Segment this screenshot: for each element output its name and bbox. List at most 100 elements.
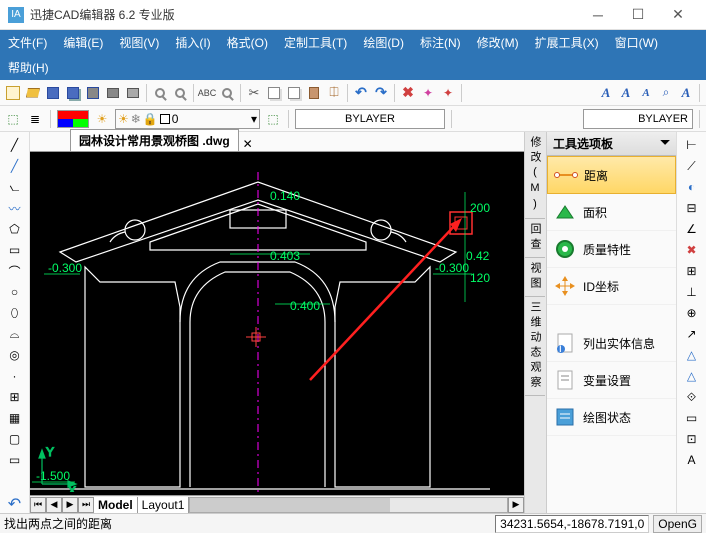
revcloud-tool-icon[interactable]: ↶ [6, 495, 24, 513]
print-icon[interactable] [104, 84, 122, 102]
dim-edit-icon[interactable]: △ [683, 367, 701, 385]
find-icon[interactable] [151, 84, 169, 102]
rtab-modify[interactable]: 修改(M) [525, 132, 545, 219]
text-a2-icon[interactable]: A [617, 84, 635, 102]
palette-item-setvar[interactable]: 变量设置 [547, 362, 676, 399]
sun-icon[interactable]: ☀ [93, 110, 111, 128]
menu-help[interactable]: 帮助(H) [0, 55, 57, 80]
dim-radius-icon[interactable]: ◐ [683, 178, 701, 196]
redo-icon[interactable]: ↷ [372, 84, 390, 102]
polyline-tool-icon[interactable]: ⦦ [6, 178, 24, 196]
tolerance-icon[interactable]: △ [683, 346, 701, 364]
menu-modify[interactable]: 修改(M) [469, 30, 527, 55]
xline-tool-icon[interactable]: ╱ [6, 157, 24, 175]
menu-file[interactable]: 文件(F) [0, 30, 55, 55]
circle-tool-icon[interactable]: ○ [6, 283, 24, 301]
save-icon[interactable] [44, 84, 62, 102]
new-file-icon[interactable] [4, 84, 22, 102]
layer-selector[interactable]: ☀❄🔒 0 ▾ [115, 109, 260, 129]
menu-dimension[interactable]: 标注(N) [412, 30, 469, 55]
text-a4-icon[interactable]: A [677, 84, 695, 102]
ellipse-tool-icon[interactable]: ⬯ [6, 304, 24, 322]
text-tool-icon[interactable]: ⌕ [657, 84, 675, 102]
rtab-view[interactable]: 视图 [525, 258, 545, 297]
menu-insert[interactable]: 插入(I) [167, 30, 218, 55]
menu-edit[interactable]: 编辑(E) [55, 30, 111, 55]
layer-prev-icon[interactable]: ⬚ [264, 110, 282, 128]
line-tool-icon[interactable]: ╱ [6, 136, 24, 154]
palette-item-id[interactable]: ID坐标 [547, 268, 676, 305]
polygon-tool-icon[interactable]: ⬠ [6, 220, 24, 238]
undo-icon[interactable]: ↶ [352, 84, 370, 102]
dim-x-icon[interactable]: ✖ [683, 241, 701, 259]
drawing-canvas[interactable]: 0.140 0.403 0.400 -0.300 -0.300 0.420 20… [30, 152, 524, 495]
menu-window[interactable]: 窗口(W) [607, 30, 666, 55]
dim-override-icon[interactable]: A [683, 451, 701, 469]
palette-item-list[interactable]: i 列出实体信息 [547, 325, 676, 362]
palette-item-area[interactable]: 面积 [547, 194, 676, 231]
boundary-tool-icon[interactable]: ▭ [6, 451, 24, 469]
palette-item-massprop[interactable]: 质量特性 [547, 231, 676, 268]
dim-continue-icon[interactable]: ⊞ [683, 262, 701, 280]
menu-format[interactable]: 格式(O) [219, 30, 276, 55]
leader-icon[interactable]: ↗ [683, 325, 701, 343]
point-tool-icon[interactable]: · [6, 367, 24, 385]
linetype-selector[interactable] [295, 109, 445, 129]
status-mode[interactable]: OpenG [653, 515, 702, 533]
color-swatch[interactable] [57, 110, 89, 128]
menu-view[interactable]: 视图(V) [111, 30, 167, 55]
tool-icon[interactable]: ✦ [439, 84, 457, 102]
zoom-window-icon[interactable] [171, 84, 189, 102]
dim-angular-icon[interactable]: ∠ [683, 220, 701, 238]
match-prop-icon[interactable]: ⎅ [325, 84, 343, 102]
open-file-icon[interactable] [24, 84, 42, 102]
rectangle-tool-icon[interactable]: ▭ [6, 241, 24, 259]
region-tool-icon[interactable]: ▢ [6, 430, 24, 448]
layer-icon[interactable]: ≣ [26, 110, 44, 128]
menu-draw[interactable]: 绘图(D) [355, 30, 412, 55]
donut-tool-icon[interactable]: ◎ [6, 346, 24, 364]
find-text-icon[interactable] [218, 84, 236, 102]
maximize-button[interactable]: ☐ [618, 1, 658, 29]
close-button[interactable]: ✕ [658, 1, 698, 29]
block-tool-icon[interactable]: ⊞ [6, 388, 24, 406]
palette-menu-icon[interactable]: ⏷ [660, 135, 670, 152]
dim-style-icon[interactable]: ▭ [683, 409, 701, 427]
dim-0403: 0.403 [270, 249, 300, 263]
delete-icon[interactable]: ✖ [399, 84, 417, 102]
hatch-tool-icon[interactable]: ▦ [6, 409, 24, 427]
palette-item-status[interactable]: 绘图状态 [547, 399, 676, 436]
cut-icon[interactable]: ✂ [245, 84, 263, 102]
spline-tool-icon[interactable]: 〰 [6, 199, 24, 217]
dim-update-icon[interactable]: ⊡ [683, 430, 701, 448]
dim-break-icon[interactable]: ⊟ [683, 199, 701, 217]
horizontal-scrollbar[interactable]: ⏮ ◀ ▶ ⏭ Model Layout1 ▶ [30, 495, 524, 513]
menu-extend-tools[interactable]: 扩展工具(X) [527, 30, 607, 55]
print-preview-icon[interactable] [124, 84, 142, 102]
refresh-icon[interactable]: ✦ [419, 84, 437, 102]
minimize-button[interactable]: ─ [578, 1, 618, 29]
menu-custom-tools[interactable]: 定制工具(T) [276, 30, 355, 55]
dim-tedit-icon[interactable]: ⟐ [683, 388, 701, 406]
layer-manager-icon[interactable]: ⬚ [4, 110, 22, 128]
dim-linear-icon[interactable]: ⊢ [683, 136, 701, 154]
dim-aligned-icon[interactable]: ⟋ [683, 157, 701, 175]
save-all-icon[interactable] [64, 84, 82, 102]
text-a-icon[interactable]: A [597, 84, 615, 102]
text-a3-icon[interactable]: A [637, 84, 655, 102]
spell-check-icon[interactable]: ABC [198, 84, 216, 102]
rtab-review[interactable]: 回查 [525, 219, 545, 258]
export-icon[interactable] [84, 84, 102, 102]
rtab-3dorbit[interactable]: 三维动态观察 [525, 297, 545, 396]
file-tab[interactable]: 园林设计常用景观桥图 .dwg [70, 129, 239, 151]
palette-item-distance[interactable]: 距离 [547, 156, 676, 194]
dim-ordinate-icon[interactable]: ⊥ [683, 283, 701, 301]
close-tab-icon[interactable]: ✕ [239, 137, 257, 151]
dim-center-icon[interactable]: ⊕ [683, 304, 701, 322]
arc2-tool-icon[interactable]: ⌓ [6, 325, 24, 343]
arc-tool-icon[interactable]: ⌒ [6, 262, 24, 280]
copy-clip-icon[interactable] [285, 84, 303, 102]
paste-icon[interactable] [305, 84, 323, 102]
lineweight-selector[interactable] [583, 109, 693, 129]
copy-icon[interactable] [265, 84, 283, 102]
